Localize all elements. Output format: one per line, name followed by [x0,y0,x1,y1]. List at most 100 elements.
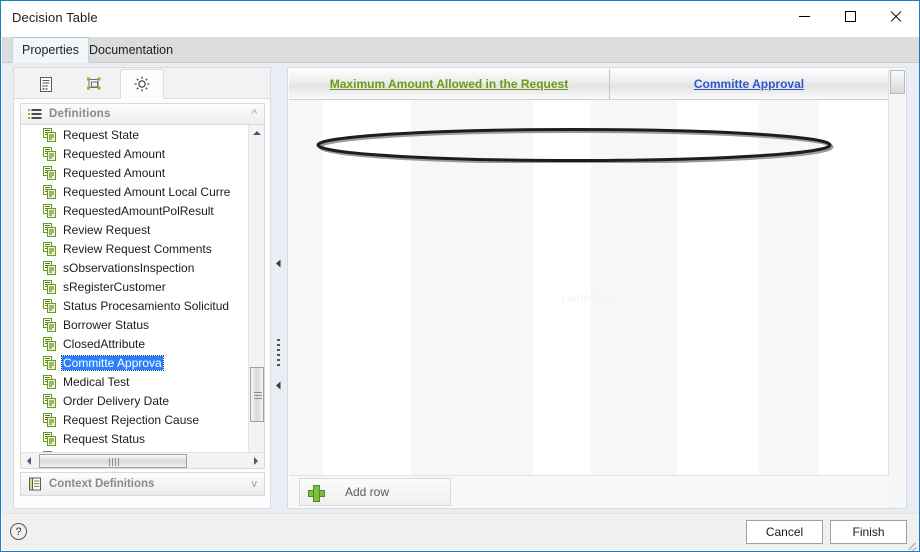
add-row-button[interactable]: Add row [299,478,451,506]
horizontal-scroll-thumb[interactable] [39,454,187,468]
list-item-label: sRegisterCustomer [63,279,166,294]
list-item[interactable]: Request Status [21,429,249,448]
context-definitions-label: Context Definitions [49,478,155,490]
tab-documentation[interactable]: Documentation [80,37,182,63]
list-item-label: ClosedAttribute [63,336,146,351]
list-item-label: Request Rejection Cause [63,412,200,427]
grid-body[interactable]: panelEx1 [289,100,889,476]
definitions-list-horizontal-scrollbar[interactable] [21,452,264,468]
list-item-label: Requested Amount [63,165,166,180]
definition-icon [43,317,56,332]
list-lines-icon [28,108,42,119]
maximize-button[interactable] [827,1,873,32]
list-item[interactable]: Order Delivery Date [21,391,249,410]
list-item[interactable]: Requested Amount Local Curre [21,182,249,201]
column-header-condition-label: Maximum Amount Allowed in the Request [329,77,569,91]
decision-table-dialog: Decision Table Properties Documentation [0,0,920,552]
definitions-list[interactable]: Request State Requested Amount Requested A… [20,124,265,469]
definition-icon [43,127,56,142]
list-item[interactable]: Request Rejection Cause [21,410,249,429]
window-title: Decision Table [12,9,98,25]
panel-icon-tab-bar [14,68,270,99]
tab-properties-label: Properties [22,43,79,57]
definitions-list-items: Request State Requested Amount Requested A… [21,125,249,453]
definition-icon [43,203,56,218]
triangle-right-icon [254,457,258,465]
tab-bar: Properties Documentation [2,37,919,63]
scroll-up-button[interactable] [249,125,264,141]
chevron-up-icon[interactable]: ^ [252,109,257,120]
list-item[interactable]: Borrower Status [21,315,249,334]
list-item[interactable]: sRegisterCustomer [21,277,249,296]
list-item-label: Request State [63,127,140,142]
minimize-button[interactable] [781,1,827,32]
panel-watermark: panelEx1 [561,290,617,305]
grid-scroll-thumb[interactable] [890,70,905,94]
chevron-down-icon[interactable]: v [252,479,258,490]
vertical-scroll-thumb[interactable] [250,367,264,422]
collapse-left-bottom-icon[interactable] [275,377,282,390]
triangle-up-icon [253,131,261,135]
list-item-label: Status Procesamiento Solicitud [63,298,230,313]
definition-icon [43,431,56,446]
tab-shapes[interactable] [72,69,116,99]
dialog-body: Definitions ^ Request State Requested Amo… [2,63,919,515]
list-item-label: Requested Amount Local Curre [63,184,231,199]
context-definitions-section-header[interactable]: Context Definitions v [20,472,265,496]
list-item-label: Requested Amount [63,146,166,161]
definitions-list-vertical-scrollbar[interactable] [248,125,264,468]
definition-icon [43,336,56,351]
finish-button-label: Finish [852,525,885,539]
question-mark-icon[interactable]: ? [10,523,27,540]
diagram-shapes-icon [87,77,101,89]
definition-icon [43,260,56,275]
list-item[interactable]: RequestedAmountPolResult [21,201,249,220]
list-item[interactable]: Committe Approva [21,353,249,372]
list-item[interactable]: Review Request Comments [21,239,249,258]
list-item[interactable]: Review Request [21,220,249,239]
maximize-icon [844,11,856,22]
list-item-label: Committe Approva [61,354,164,371]
tab-document[interactable] [24,69,68,99]
list-item[interactable]: Request State [21,125,249,144]
column-header-condition[interactable]: Maximum Amount Allowed in the Request [289,69,609,99]
close-button[interactable] [873,1,919,32]
plus-icon [308,484,325,502]
scroll-right-button[interactable] [248,453,264,468]
cancel-button[interactable]: Cancel [746,520,823,544]
help-label: ? [15,525,22,538]
window-controls [781,1,919,33]
list-item[interactable]: ClosedAttribute [21,334,249,353]
collapse-left-top-icon[interactable] [275,255,282,268]
list-item-label: Review Request [63,222,151,237]
list-item[interactable]: Requested Amount [21,163,249,182]
grid-vertical-scrollbar[interactable] [888,69,905,508]
definition-icon [43,412,56,427]
definitions-panel: Definitions ^ Request State Requested Amo… [13,67,271,509]
list-item[interactable]: Medical Test [21,372,249,391]
cancel-button-label: Cancel [765,525,804,539]
gear-icon [134,76,150,92]
title-bar: Decision Table [1,1,919,33]
tab-properties[interactable]: Properties [12,37,89,63]
scroll-grip [254,392,262,401]
definition-icon [43,298,56,313]
definitions-section-header[interactable]: Definitions ^ [20,103,265,125]
tab-settings[interactable] [120,69,164,99]
definition-icon [43,241,56,256]
list-item[interactable]: Requested Amount [21,144,249,163]
list-item[interactable]: Status Procesamiento Solicitud [21,296,249,315]
list-item-label: Request Status [63,431,146,446]
definition-icon [43,393,56,408]
list-item-label: sObservationsInspection [63,260,195,275]
list-item[interactable]: sObservationsInspection [21,258,249,277]
finish-button[interactable]: Finish [830,520,907,544]
tab-documentation-label: Documentation [89,43,174,57]
scroll-left-button[interactable] [21,453,37,468]
resize-grip[interactable] [905,537,917,551]
list-item-label: Borrower Status [63,317,150,332]
add-row-label: Add row [345,485,390,499]
column-header-conclusion[interactable]: Committe Approval [609,69,889,99]
panel-splitter[interactable] [272,67,285,509]
list-item-label: Medical Test [63,374,130,389]
